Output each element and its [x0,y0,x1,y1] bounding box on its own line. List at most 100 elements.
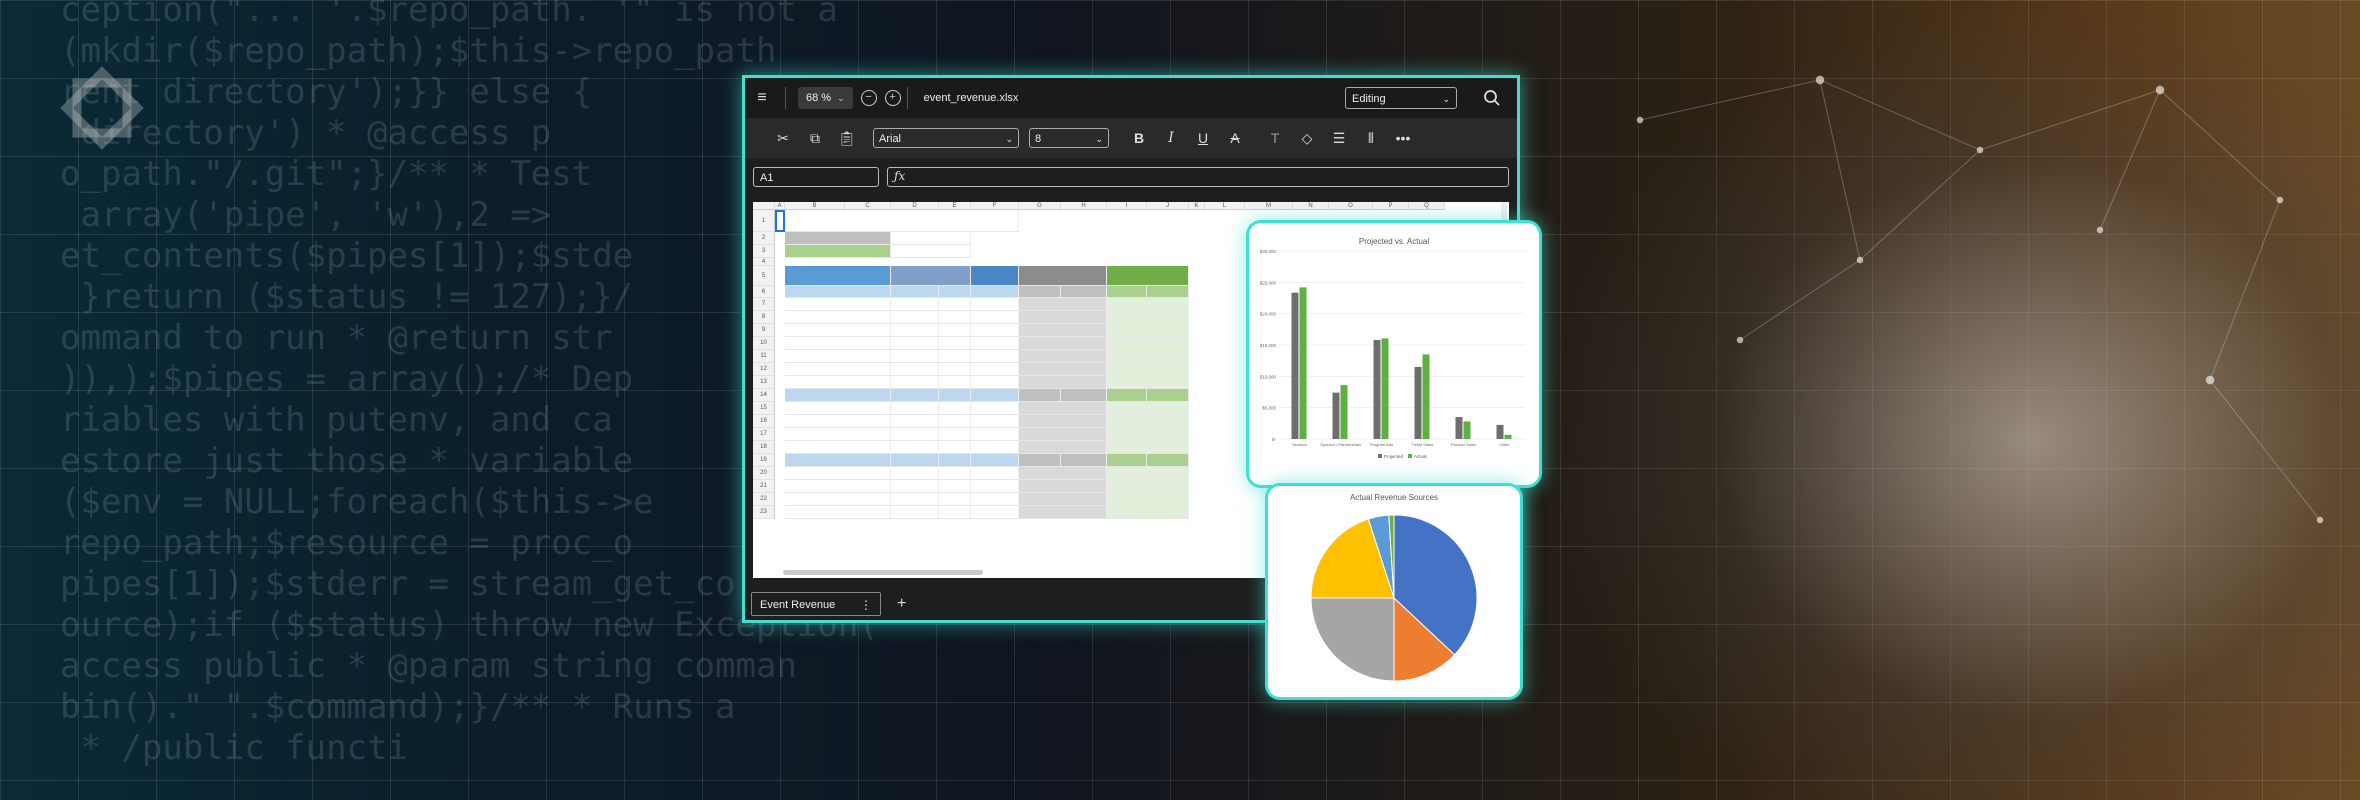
zoom-in-icon[interactable]: + [884,90,901,106]
column-insert-icon[interactable]: ⫴ [1359,126,1383,150]
column-header[interactable]: C [845,202,891,210]
item-qty-actual[interactable] [939,363,971,376]
item-qty-projected[interactable] [891,376,939,389]
italic-icon[interactable]: I [1159,126,1183,150]
paste-icon[interactable]: 📋︎ [835,126,859,150]
item-cost[interactable] [971,324,1019,337]
item-qty-actual[interactable] [939,493,971,506]
row-header[interactable]: 1 [753,210,775,232]
item-qty-actual[interactable] [939,402,971,415]
item-name[interactable] [785,350,891,363]
column-header[interactable]: O [1329,202,1373,210]
formula-input[interactable]: ƒx [887,167,1509,187]
item-name[interactable] [785,467,891,480]
strikethrough-icon[interactable]: A [1223,126,1247,150]
item-projected[interactable] [1019,493,1107,506]
item-name[interactable] [785,324,891,337]
item-cost[interactable] [971,311,1019,324]
item-qty-actual[interactable] [939,441,971,454]
item-projected[interactable] [1019,506,1107,519]
row-header[interactable]: 21 [753,480,775,493]
column-header[interactable]: E [939,202,971,210]
item-projected[interactable] [1019,376,1107,389]
row-header[interactable]: 11 [753,350,775,363]
item-cost[interactable] [971,402,1019,415]
row-header[interactable]: 7 [753,298,775,311]
item-qty-projected[interactable] [891,337,939,350]
item-actual[interactable] [1107,480,1189,493]
column-header[interactable]: M [1245,202,1293,210]
item-cost[interactable] [971,428,1019,441]
item-actual[interactable] [1107,441,1189,454]
row-header[interactable]: 6 [753,286,775,298]
item-actual[interactable] [1107,467,1189,480]
item-name[interactable] [785,441,891,454]
item-name[interactable] [785,506,891,519]
row-header[interactable]: 5 [753,266,775,286]
text-color-icon[interactable]: T [1263,126,1287,150]
item-qty-projected[interactable] [891,467,939,480]
item-qty-actual[interactable] [939,337,971,350]
item-name[interactable] [785,337,891,350]
item-cost[interactable] [971,350,1019,363]
item-qty-actual[interactable] [939,350,971,363]
add-sheet-button[interactable]: + [897,592,906,616]
row-header[interactable]: 19 [753,454,775,467]
underline-icon[interactable]: U [1191,126,1215,150]
hamburger-menu-icon[interactable]: ≡ [745,78,779,118]
row-header[interactable]: 17 [753,428,775,441]
cell-reference-input[interactable]: A1 [753,167,879,187]
row-header[interactable]: 16 [753,415,775,428]
item-qty-projected[interactable] [891,415,939,428]
item-cost[interactable] [971,363,1019,376]
font-family-select[interactable]: Arial ⌄ [873,128,1019,148]
item-qty-projected[interactable] [891,480,939,493]
item-qty-actual[interactable] [939,428,971,441]
item-cost[interactable] [971,298,1019,311]
item-qty-actual[interactable] [939,415,971,428]
horizontal-scrollbar[interactable] [783,570,983,575]
bar-chart-card[interactable]: Projected vs. Actual $30,000 $25,000 $20,0… [1249,223,1539,485]
row-header[interactable]: 8 [753,311,775,324]
font-size-select[interactable]: 8 ⌄ [1029,128,1109,148]
item-qty-actual[interactable] [939,376,971,389]
column-header[interactable]: D [891,202,939,210]
item-projected[interactable] [1019,324,1107,337]
item-name[interactable] [785,493,891,506]
item-projected[interactable] [1019,480,1107,493]
item-projected[interactable] [1019,350,1107,363]
item-name[interactable] [785,480,891,493]
item-cost[interactable] [971,337,1019,350]
item-qty-projected[interactable] [891,428,939,441]
item-qty-projected[interactable] [891,506,939,519]
row-header[interactable]: 13 [753,376,775,389]
item-actual[interactable] [1107,506,1189,519]
copy-icon[interactable]: ⧉ [803,126,827,150]
row-header[interactable]: 4 [753,258,775,266]
item-name[interactable] [785,402,891,415]
item-name[interactable] [785,363,891,376]
column-header[interactable]: J [1147,202,1189,210]
row-header[interactable]: 3 [753,245,775,258]
kebab-menu-icon[interactable]: ⋮ [860,593,872,617]
column-header[interactable]: P [1373,202,1409,210]
row-header[interactable]: 15 [753,402,775,415]
item-cost[interactable] [971,376,1019,389]
fill-color-icon[interactable]: ◇ [1295,126,1319,150]
row-header[interactable]: 10 [753,337,775,350]
item-projected[interactable] [1019,298,1107,311]
item-projected[interactable] [1019,337,1107,350]
item-actual[interactable] [1107,363,1189,376]
item-actual[interactable] [1107,337,1189,350]
item-qty-actual[interactable] [939,480,971,493]
item-name[interactable] [785,415,891,428]
mode-select[interactable]: Editing ⌄ [1345,87,1457,109]
item-actual[interactable] [1107,298,1189,311]
column-header[interactable]: N [1293,202,1329,210]
item-actual[interactable] [1107,415,1189,428]
row-header[interactable]: 20 [753,467,775,480]
column-header[interactable]: H [1061,202,1107,210]
more-options-icon[interactable]: ••• [1391,126,1415,150]
item-actual[interactable] [1107,493,1189,506]
item-qty-projected[interactable] [891,324,939,337]
